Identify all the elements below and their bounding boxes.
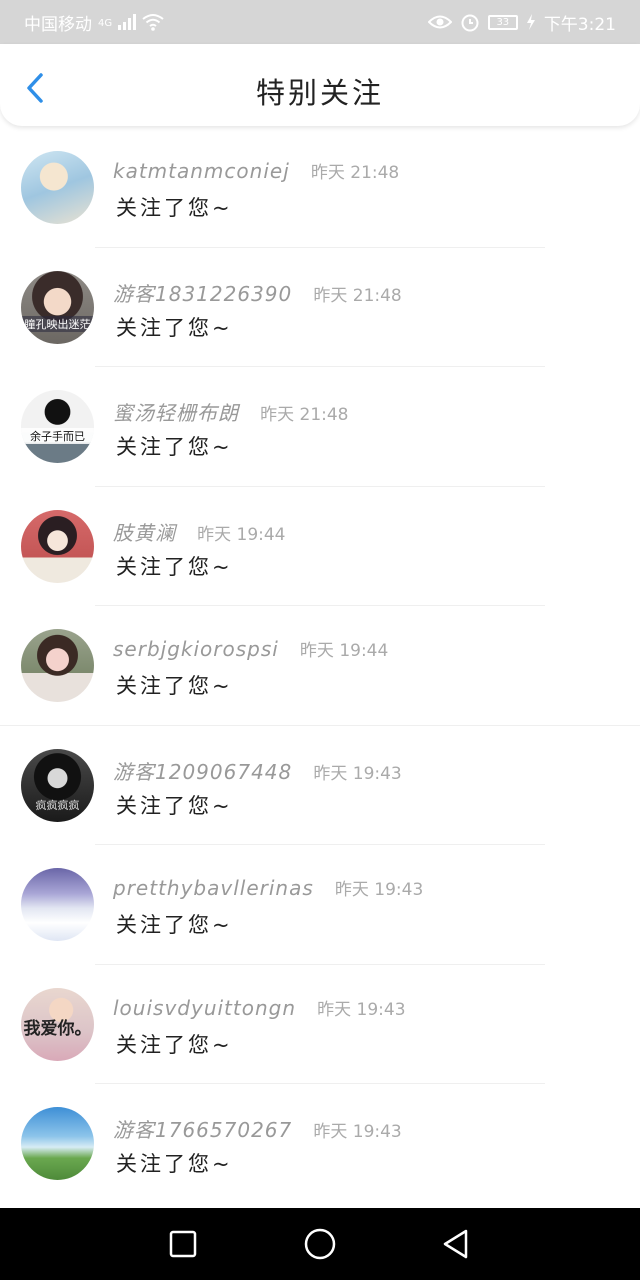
avatar[interactable] bbox=[21, 151, 94, 224]
message-text: 关注了您~ bbox=[116, 793, 233, 818]
message-text: 关注了您~ bbox=[116, 196, 233, 220]
status-left: 中国移动 4G bbox=[24, 10, 164, 35]
username[interactable]: serbjgkiorospsi bbox=[113, 637, 279, 661]
timestamp: 昨天 19:44 bbox=[197, 524, 286, 545]
username[interactable]: pretthybavllerinas bbox=[113, 876, 314, 900]
username[interactable]: katmtanmconiej bbox=[113, 159, 290, 183]
message-text: 关注了您~ bbox=[116, 913, 233, 937]
list-item[interactable]: 肢黄澜 昨天 19:44 关注了您~ bbox=[0, 487, 640, 606]
message-text: 关注了您~ bbox=[116, 315, 233, 340]
wifi-icon bbox=[142, 14, 164, 31]
avatar-caption: 余子手而已 bbox=[21, 428, 94, 444]
message-text: 关注了您~ bbox=[116, 674, 233, 698]
item-meta: louisvdyuittongn 昨天 19:43 bbox=[113, 995, 406, 1020]
avatar[interactable] bbox=[21, 629, 94, 702]
list-item[interactable]: 余子手而已 蜜汤轻栅布朗 昨天 21:48 关注了您~ bbox=[0, 367, 640, 487]
avatar[interactable]: 瞳孔映出迷茫 bbox=[21, 270, 94, 344]
list-item[interactable]: 游客1766570267 昨天 19:43 关注了您~ bbox=[0, 1084, 640, 1204]
eye-icon bbox=[427, 15, 452, 29]
follow-notification-list: katmtanmconiej 昨天 21:48 关注了您~ 瞳孔映出迷茫 游客1… bbox=[0, 128, 640, 1204]
list-item[interactable]: 瞳孔映出迷茫 游客1831226390 昨天 21:48 关注了您~ bbox=[0, 248, 640, 367]
system-navigation-bar bbox=[0, 1208, 640, 1280]
list-item[interactable]: 我爱你。 louisvdyuittongn 昨天 19:43 关注了您~ bbox=[0, 965, 640, 1084]
clock: 下午3:21 bbox=[543, 14, 616, 35]
avatar[interactable] bbox=[21, 1107, 94, 1180]
circle-icon[interactable] bbox=[302, 1226, 338, 1262]
item-meta: 游客1766570267 昨天 19:43 bbox=[113, 1114, 402, 1143]
network-label: 4G bbox=[98, 17, 113, 29]
carrier-label: 中国移动 bbox=[24, 14, 92, 35]
list-item[interactable]: katmtanmconiej 昨天 21:48 关注了您~ bbox=[0, 128, 640, 248]
item-meta: katmtanmconiej 昨天 21:48 bbox=[113, 158, 399, 183]
battery-icon: 33 bbox=[487, 14, 518, 30]
timestamp: 昨天 21:48 bbox=[260, 405, 349, 425]
timestamp: 昨天 21:48 bbox=[310, 163, 400, 183]
avatar-caption: 疯疯疯疯 bbox=[35, 798, 80, 812]
item-meta: 蜜汤轻栅布朗 昨天 21:48 bbox=[113, 397, 349, 426]
list-item[interactable]: pretthybavllerinas 昨天 19:43 关注了您~ bbox=[0, 845, 640, 965]
list-item[interactable]: serbjgkiorospsi 昨天 19:44 关注了您~ bbox=[0, 606, 640, 726]
battery-level: 33 bbox=[496, 16, 510, 28]
message-text: 关注了您~ bbox=[116, 1152, 233, 1176]
list-item[interactable]: 疯疯疯疯 游客1209067448 昨天 19:43 关注了您~ bbox=[0, 726, 640, 845]
avatar-caption: 瞳孔映出迷茫 bbox=[21, 315, 94, 332]
square-icon[interactable] bbox=[165, 1226, 201, 1262]
status-bar: 中国移动 4G 33 下午3:21 bbox=[0, 0, 640, 44]
timestamp: 昨天 19:43 bbox=[313, 763, 402, 784]
avatar[interactable] bbox=[21, 509, 94, 583]
message-text: 关注了您~ bbox=[116, 435, 233, 459]
timestamp: 昨天 19:43 bbox=[317, 999, 406, 1020]
status-right: 33 下午3:21 bbox=[427, 10, 616, 35]
item-meta: serbjgkiorospsi 昨天 19:44 bbox=[113, 636, 388, 661]
page-title: 特别关注 bbox=[255, 76, 384, 110]
timestamp: 昨天 21:48 bbox=[313, 285, 402, 306]
header: 特别关注 bbox=[0, 44, 640, 126]
username[interactable]: 游客1831226390 bbox=[113, 282, 292, 306]
username[interactable]: louisvdyuittongn bbox=[113, 996, 296, 1020]
message-text: 关注了您~ bbox=[116, 554, 233, 579]
triangle-left-icon[interactable] bbox=[438, 1226, 474, 1262]
username[interactable]: 肢黄澜 bbox=[113, 521, 176, 545]
signal-icon bbox=[118, 14, 137, 30]
message-text: 关注了您~ bbox=[116, 1032, 233, 1057]
item-meta: pretthybavllerinas 昨天 19:43 bbox=[113, 875, 423, 900]
avatar[interactable]: 余子手而已 bbox=[21, 390, 94, 463]
item-meta: 肢黄澜 昨天 19:44 bbox=[113, 517, 286, 546]
item-meta: 游客1209067448 昨天 19:43 bbox=[113, 756, 402, 785]
avatar-caption: 我爱你。 bbox=[23, 1018, 92, 1039]
avatar[interactable]: 我爱你。 bbox=[21, 987, 94, 1061]
item-meta: 游客1831226390 昨天 21:48 bbox=[113, 278, 402, 307]
avatar[interactable]: 疯疯疯疯 bbox=[21, 748, 94, 822]
username[interactable]: 游客1766570267 bbox=[113, 1118, 292, 1142]
username[interactable]: 游客1209067448 bbox=[113, 760, 292, 784]
charging-icon bbox=[526, 14, 535, 30]
username[interactable]: 蜜汤轻栅布朗 bbox=[113, 401, 239, 425]
timestamp: 昨天 19:43 bbox=[313, 1122, 402, 1142]
timestamp: 昨天 19:43 bbox=[334, 880, 424, 900]
timestamp: 昨天 19:44 bbox=[299, 641, 389, 661]
alarm-icon bbox=[461, 14, 479, 32]
avatar[interactable] bbox=[21, 868, 94, 941]
